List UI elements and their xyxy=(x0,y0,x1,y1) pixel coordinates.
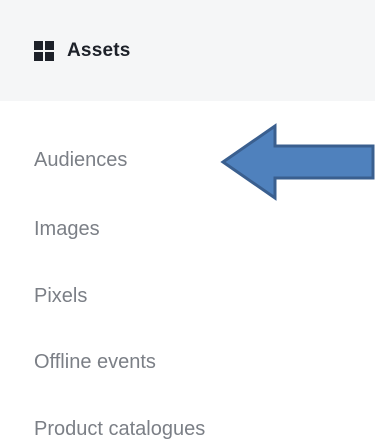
grid-icon xyxy=(34,40,54,61)
menu-item-images[interactable]: Images xyxy=(34,217,100,241)
assets-panel: Assets Audiences Images Pixels Offline e… xyxy=(0,0,375,441)
menu-item-pixels[interactable]: Pixels xyxy=(34,284,87,308)
menu-item-offline-events[interactable]: Offline events xyxy=(34,350,156,374)
menu-item-product-catalogues[interactable]: Product catalogues xyxy=(34,417,205,441)
assets-title: Assets xyxy=(67,39,131,61)
menu-item-audiences[interactable]: Audiences xyxy=(34,148,127,172)
arrow-left-icon xyxy=(220,123,375,201)
assets-header: Assets xyxy=(0,0,375,101)
